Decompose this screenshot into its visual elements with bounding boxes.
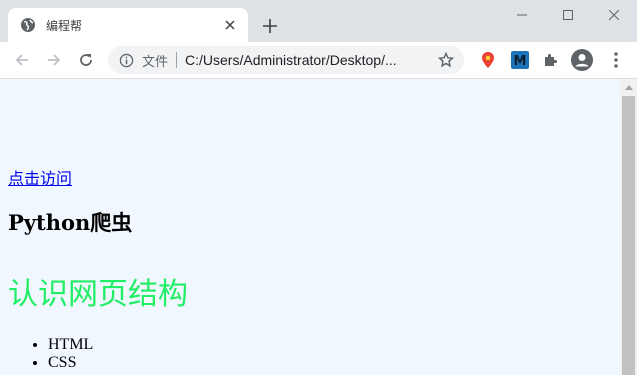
location-pin-extension-icon[interactable] <box>476 48 500 72</box>
browser-toolbar: 文件 C:/Users/Administrator/Desktop/... M <box>0 42 637 79</box>
reload-button[interactable] <box>72 46 100 74</box>
info-icon[interactable] <box>118 52 134 68</box>
m-extension-icon[interactable]: M <box>508 48 532 72</box>
globe-icon <box>20 17 36 33</box>
page-viewport: 点击访问 Python爬虫 认识网页结构 HTML CSS <box>0 79 637 375</box>
tech-list: HTML CSS <box>8 336 93 372</box>
minimize-button[interactable] <box>499 0 545 30</box>
puzzle-extensions-icon[interactable] <box>538 48 562 72</box>
address-bar[interactable]: 文件 C:/Users/Administrator/Desktop/... <box>108 46 464 74</box>
window-controls <box>499 0 637 30</box>
new-tab-button[interactable] <box>258 14 282 38</box>
forward-arrow-icon <box>48 54 61 66</box>
omnibox-divider <box>176 52 178 68</box>
list-item: HTML <box>48 336 93 354</box>
minimize-icon <box>517 14 527 16</box>
close-button[interactable] <box>591 0 637 30</box>
menu-kebab-icon[interactable] <box>604 48 628 72</box>
url-text[interactable]: C:/Users/Administrator/Desktop/... <box>185 52 434 68</box>
omnibox-scheme-label: 文件 <box>142 54 169 70</box>
main-heading: 认识网页结构 <box>8 277 188 312</box>
forward-button[interactable] <box>40 46 68 74</box>
profile-avatar-icon[interactable] <box>570 48 594 72</box>
python-heading: Python爬虫 <box>8 210 133 235</box>
maximize-icon <box>563 10 573 20</box>
close-icon <box>609 10 619 20</box>
back-button[interactable] <box>8 46 36 74</box>
plus-icon <box>263 19 277 33</box>
scroll-up-arrow-icon[interactable] <box>620 79 637 96</box>
reload-icon <box>80 54 92 66</box>
maximize-button[interactable] <box>545 0 591 30</box>
visit-link[interactable]: 点击访问 <box>8 165 72 189</box>
scrollbar-thumb[interactable] <box>622 96 635 375</box>
tab-close-icon[interactable] <box>220 15 240 35</box>
list-item: CSS <box>48 354 93 372</box>
page-content: 点击访问 Python爬虫 认识网页结构 HTML CSS <box>0 79 620 375</box>
back-arrow-icon <box>15 54 28 66</box>
bookmark-star-icon[interactable] <box>434 48 458 72</box>
vertical-scrollbar[interactable] <box>620 79 637 375</box>
tab-title: 编程帮 <box>46 18 83 33</box>
svg-text:M: M <box>514 54 527 69</box>
tab-strip: 编程帮 <box>0 0 637 42</box>
browser-tab[interactable]: 编程帮 <box>8 8 248 42</box>
